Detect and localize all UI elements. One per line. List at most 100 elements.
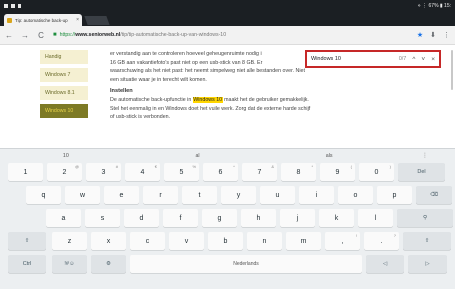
key-m[interactable]: m <box>286 232 321 250</box>
key-w[interactable]: w <box>65 186 100 204</box>
more-options-icon[interactable]: ⋮ <box>395 152 455 159</box>
new-tab-button[interactable] <box>84 16 110 25</box>
key-m-label: m <box>300 237 307 245</box>
key-3[interactable]: 3 # <box>86 163 121 181</box>
key-period[interactable]: .? <box>364 232 399 250</box>
suggestion-item[interactable]: 10 <box>0 153 132 159</box>
key-d[interactable]: d <box>124 209 159 227</box>
forward-button[interactable]: → <box>21 31 29 40</box>
backspace-key[interactable]: ⌫ <box>416 186 452 204</box>
search-key[interactable]: ⚲ <box>397 209 453 227</box>
key-n-label: n <box>262 237 267 245</box>
find-next-button[interactable]: ˅ <box>421 56 425 63</box>
settings-key[interactable]: ⚙ <box>91 255 126 273</box>
key-o[interactable]: o <box>338 186 373 204</box>
key-y[interactable]: y <box>221 186 256 204</box>
space-key[interactable]: Nederlands <box>130 255 362 273</box>
suggestion-item[interactable]: als <box>263 153 395 159</box>
sidebar-item-windows-10[interactable]: Windows 10 <box>40 104 88 118</box>
download-icon[interactable]: ⬇ <box>430 31 436 39</box>
sidebar-item-windows-7[interactable]: Windows 7 <box>40 68 88 82</box>
key-comma-label: , <box>341 237 344 245</box>
key-secondary-label: ( <box>350 164 352 169</box>
key-r[interactable]: r <box>143 186 178 204</box>
url-scheme: https:// <box>59 32 76 38</box>
find-input[interactable]: Windows 10 <box>311 56 393 62</box>
key-0[interactable]: 0) <box>359 163 394 181</box>
suggestion-item[interactable]: al <box>132 153 264 159</box>
sidebar-item-handig[interactable]: Handig <box>40 50 88 64</box>
key-e[interactable]: e <box>104 186 139 204</box>
key-p-label: p <box>392 191 397 199</box>
key-z-label: z <box>67 237 72 245</box>
key-a[interactable]: a <box>46 209 81 227</box>
key-b[interactable]: b <box>208 232 243 250</box>
key-0-label: 0 <box>374 168 379 176</box>
tab-strip: Tip: automatische back-up × <box>0 12 455 26</box>
key-s[interactable]: s <box>85 209 120 227</box>
browser-tab[interactable]: Tip: automatische back-up × <box>4 14 82 26</box>
key-g[interactable]: g <box>202 209 237 227</box>
key-j[interactable]: j <box>280 209 315 227</box>
key-f[interactable]: f <box>163 209 198 227</box>
key-n[interactable]: n <box>247 232 282 250</box>
key-8[interactable]: 8 * <box>281 163 316 181</box>
key-c[interactable]: c <box>130 232 165 250</box>
key-secondary-label: * <box>311 164 313 169</box>
shift-key[interactable]: ⇧ <box>8 232 46 250</box>
key-x[interactable]: x <box>91 232 126 250</box>
key-h[interactable]: h <box>241 209 276 227</box>
key-i[interactable]: i <box>299 186 334 204</box>
key-6[interactable]: 6 ^ <box>203 163 238 181</box>
key-r-label: r <box>159 191 162 199</box>
key-v[interactable]: v <box>169 232 204 250</box>
cursor-right-key[interactable]: ▷ <box>408 255 447 273</box>
key-7[interactable]: 7 & <box>242 163 277 181</box>
key-5-label: 5 <box>179 168 184 176</box>
status-icons-left <box>4 4 21 8</box>
shift-key-right[interactable]: ⇧ <box>403 232 451 250</box>
key-1[interactable]: 1 <box>8 163 43 181</box>
key-x-label: x <box>106 237 111 245</box>
ctrl-key[interactable]: Ctrl <box>8 255 46 273</box>
page-scrollbar[interactable] <box>451 50 453 90</box>
find-in-page-bar: Windows 10 0/7 ^ ˅ × <box>305 50 441 68</box>
cursor-left-key[interactable]: ◁ <box>366 255 404 273</box>
text-line: Stel het eenmalig in en Windows doet het… <box>110 105 311 112</box>
space-key-label: Nederlands <box>233 261 259 267</box>
reload-button[interactable]: C <box>37 31 45 40</box>
key-v-label: v <box>184 237 189 245</box>
sidebar-nav: Handig Windows 7 Windows 8.1 Windows 10 <box>40 50 88 122</box>
delete-key[interactable]: Del <box>398 163 445 181</box>
symbols-key[interactable]: !#☺ <box>52 255 87 273</box>
key-u[interactable]: u <box>260 186 295 204</box>
paragraph: De automatische back-upfunctie in Window… <box>110 96 410 122</box>
address-bar[interactable]: ■ https://www.seniorweb.nl/tip/tip-autom… <box>53 29 409 42</box>
bookmark-star-icon[interactable]: ★ <box>417 31 423 39</box>
find-close-button[interactable]: × <box>431 56 435 63</box>
key-2-label: 2 <box>62 168 67 176</box>
key-5[interactable]: 5% <box>164 163 199 181</box>
key-t[interactable]: t <box>182 186 217 204</box>
key-comma[interactable]: ,! <box>325 232 360 250</box>
find-previous-button[interactable]: ^ <box>412 56 415 63</box>
key-9[interactable]: 9( <box>320 163 355 181</box>
key-8-label: 8 <box>296 168 301 176</box>
key-period-label: . <box>380 237 383 245</box>
key-q[interactable]: q <box>26 186 61 204</box>
key-secondary-label: ! <box>355 233 357 238</box>
sidebar-item-windows-8-1[interactable]: Windows 8.1 <box>40 86 88 100</box>
notification-icon <box>18 4 21 8</box>
close-tab-icon[interactable]: × <box>76 17 79 23</box>
notification-icon <box>11 4 15 8</box>
menu-icon[interactable]: ⋮ <box>443 31 450 39</box>
key-p[interactable]: p <box>377 186 412 204</box>
key-l-label: l <box>374 214 377 222</box>
key-4[interactable]: 4 € <box>125 163 160 181</box>
back-button[interactable]: ← <box>5 31 13 40</box>
key-2[interactable]: 2 @ <box>47 163 82 181</box>
key-l[interactable]: l <box>358 209 393 227</box>
key-k[interactable]: k <box>319 209 354 227</box>
key-z[interactable]: z <box>52 232 87 250</box>
key-secondary-label: # <box>115 164 118 169</box>
